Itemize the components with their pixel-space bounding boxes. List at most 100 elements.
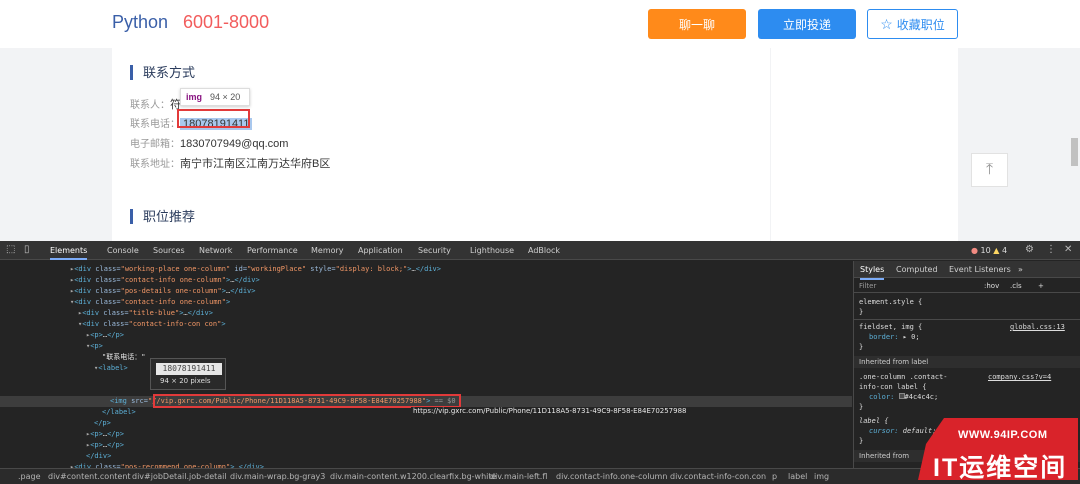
dom-id-value: workingPlace — [251, 265, 302, 273]
rule2-selector-a[interactable]: .one-column .contact- — [859, 372, 948, 382]
tab-memory[interactable]: Memory — [311, 241, 344, 260]
tab-network[interactable]: Network — [199, 241, 232, 260]
tab-lighthouse[interactable]: Lighthouse — [470, 241, 514, 260]
device-toolbar-icon[interactable]: ▯ — [24, 244, 30, 255]
breadcrumb-item[interactable]: div.contact-info.one-column — [556, 469, 667, 484]
rule2-prop: color: — [869, 393, 895, 401]
rule3-selector[interactable]: label { — [859, 416, 889, 426]
favorite-job-label: 收藏职位 — [896, 17, 945, 32]
image-preview-popup: 18078191411 94 × 20 pixels — [150, 358, 226, 390]
breadcrumb-item[interactable]: .page — [18, 469, 41, 484]
close-icon[interactable]: ✕ — [1064, 244, 1072, 255]
styles-filter-input[interactable]: Filter — [859, 282, 876, 290]
apply-button[interactable]: 立即投递 — [758, 9, 856, 39]
dom-node-contact-info-con[interactable]: ▾<div class="contact-info-con con"> — [78, 319, 226, 330]
tab-elements[interactable]: Elements — [50, 241, 88, 260]
email-row: 电子邮箱：1830707949@qq.com — [130, 135, 288, 150]
breadcrumb-item[interactable]: div.main-wrap.bg-gray3 — [230, 469, 325, 484]
dom-class-value: title-blue — [132, 309, 175, 317]
inspect-tooltip: img 94 × 20 — [180, 88, 250, 106]
dom-node-contact-info[interactable]: ▸<div class="contact-info one-column">…<… — [70, 275, 260, 286]
rule1-val: ▸ 0; — [902, 333, 920, 341]
inherited-from-label-header: Inherited from label — [854, 356, 1080, 368]
dom-node-title-blue[interactable]: ▸<div class="title-blue">…</div> — [78, 308, 213, 319]
rule2-source-link[interactable]: company.css?v=4 — [988, 372, 1051, 382]
phone-label: 联系电话： — [130, 119, 180, 130]
issues-badge[interactable]: ● 10 ▲ 4 — [971, 241, 1007, 260]
hov-toggle[interactable]: :hov — [984, 279, 999, 293]
dom-text-value: "联系电话：" — [102, 353, 146, 361]
dom-node-p[interactable]: ▸<p>…</p> — [86, 330, 124, 341]
image-preview-size: 94 × 20 pixels — [160, 377, 211, 385]
rule1-declaration[interactable]: border: ▸ 0; — [869, 332, 920, 342]
url-tooltip: https://vip.gxrc.com/Public/Phone/11D118… — [411, 407, 689, 415]
dom-node-pos-details[interactable]: ▸<div class="pos-details one-column">…</… — [70, 286, 255, 297]
dom-node-working-place[interactable]: ▸<div class="working-place one-column" i… — [70, 264, 441, 275]
rule3-close: } — [859, 437, 864, 445]
tab-styles[interactable]: Styles — [860, 261, 885, 280]
tab-sources[interactable]: Sources — [153, 241, 185, 260]
dom-style-value: display: block; — [339, 265, 404, 273]
phone-highlight-box — [177, 109, 250, 128]
breadcrumb-item[interactable]: img — [814, 469, 829, 484]
tab-console[interactable]: Console — [107, 241, 139, 260]
watermark-url: WWW.94IP.COM — [958, 429, 1048, 441]
address-value: 南宁市江南区江南万达华府B区 — [180, 158, 331, 170]
dom-node-label-close: </label> — [102, 408, 136, 416]
tab-performance[interactable]: Performance — [247, 241, 298, 260]
breadcrumb-item[interactable]: div#content.content — [48, 469, 131, 484]
watermark-brand: IT运维空间 — [933, 454, 1068, 482]
dom-tree: ▸<div class="working-place one-column" i… — [0, 261, 852, 468]
tab-computed[interactable]: Computed — [896, 261, 938, 278]
address-label: 联系地址： — [130, 159, 180, 170]
error-count: 10 — [980, 246, 991, 255]
rule2-declaration[interactable]: color: #4c4c4c; — [869, 392, 938, 402]
rule2-close: } — [859, 403, 864, 411]
cls-toggle[interactable]: .cls — [1010, 279, 1022, 293]
dom-node-p2[interactable]: ▸<p>…</p> — [86, 429, 124, 440]
styles-filter-bar[interactable]: Filter :hov .cls + — [854, 279, 1080, 293]
inspect-element-icon[interactable]: ⬚ — [6, 244, 15, 255]
breadcrumb-item[interactable]: p — [772, 469, 777, 484]
breadcrumb-item[interactable]: div.main-left.fl — [490, 469, 547, 484]
element-style-rule[interactable]: element.style { — [859, 297, 922, 307]
tab-adblock[interactable]: AdBlock — [528, 241, 560, 260]
element-style-close: } — [859, 308, 864, 316]
tab-security[interactable]: Security — [418, 241, 451, 260]
inspect-tooltip-tag: img — [186, 92, 203, 102]
styles-divider — [854, 319, 1080, 320]
breadcrumb-item[interactable]: label — [788, 469, 807, 484]
recommend-section-title: 职位推荐 — [130, 209, 195, 224]
dom-node-p3[interactable]: ▸<p>…</p> — [86, 440, 124, 451]
rule1-source-link[interactable]: global.css:13 — [1010, 322, 1065, 332]
rule3-prop: cursor: — [869, 427, 899, 435]
rule1-prop: border: — [869, 333, 899, 341]
breadcrumb-item[interactable]: div.main-content.w1200.clearfix.bg-white — [330, 469, 496, 484]
favorite-job-button[interactable]: ☆ 收藏职位 — [867, 9, 958, 39]
dom-text-node[interactable]: "联系电话：" — [102, 352, 145, 363]
breadcrumb-item[interactable]: div#jobDetail.job-detail — [132, 469, 227, 484]
gear-icon[interactable]: ⚙ — [1025, 244, 1034, 255]
chat-button[interactable]: 聊一聊 — [648, 9, 746, 39]
breadcrumb-item[interactable]: div.contact-info-con.con — [670, 469, 766, 484]
error-icon: ● — [971, 246, 978, 255]
add-rule-icon[interactable]: + — [1038, 279, 1044, 293]
back-to-top-button[interactable]: ⤒ — [971, 153, 1008, 187]
dom-node-p-open[interactable]: ▾<p> — [86, 341, 103, 352]
dom-node-label[interactable]: ▾<label> — [94, 363, 128, 374]
address-row: 联系地址：南宁市江南区江南万达华府B区 — [130, 155, 330, 171]
page-scrollbar-thumb[interactable] — [1071, 138, 1078, 166]
dom-class-value: contact-info one-column — [124, 298, 222, 306]
rule2-selector-b[interactable]: info-con label { — [859, 382, 926, 392]
contact-section-title: 联系方式 — [130, 65, 195, 80]
job-title: Python — [112, 12, 169, 32]
tab-event-listeners[interactable]: Event Listeners — [949, 261, 1011, 278]
tab-application[interactable]: Application — [358, 241, 403, 260]
rule1-selector[interactable]: fieldset, img { — [859, 322, 922, 332]
src-highlight-box — [153, 394, 461, 408]
email-label: 电子邮箱： — [130, 139, 180, 150]
dom-node-p-close: </p> — [94, 419, 111, 427]
dom-node-contact-info-open[interactable]: ▾<div class="contact-info one-column"> — [70, 297, 230, 308]
more-tabs-icon[interactable]: » — [1018, 261, 1023, 278]
more-options-icon[interactable]: ⋮ — [1046, 244, 1056, 255]
